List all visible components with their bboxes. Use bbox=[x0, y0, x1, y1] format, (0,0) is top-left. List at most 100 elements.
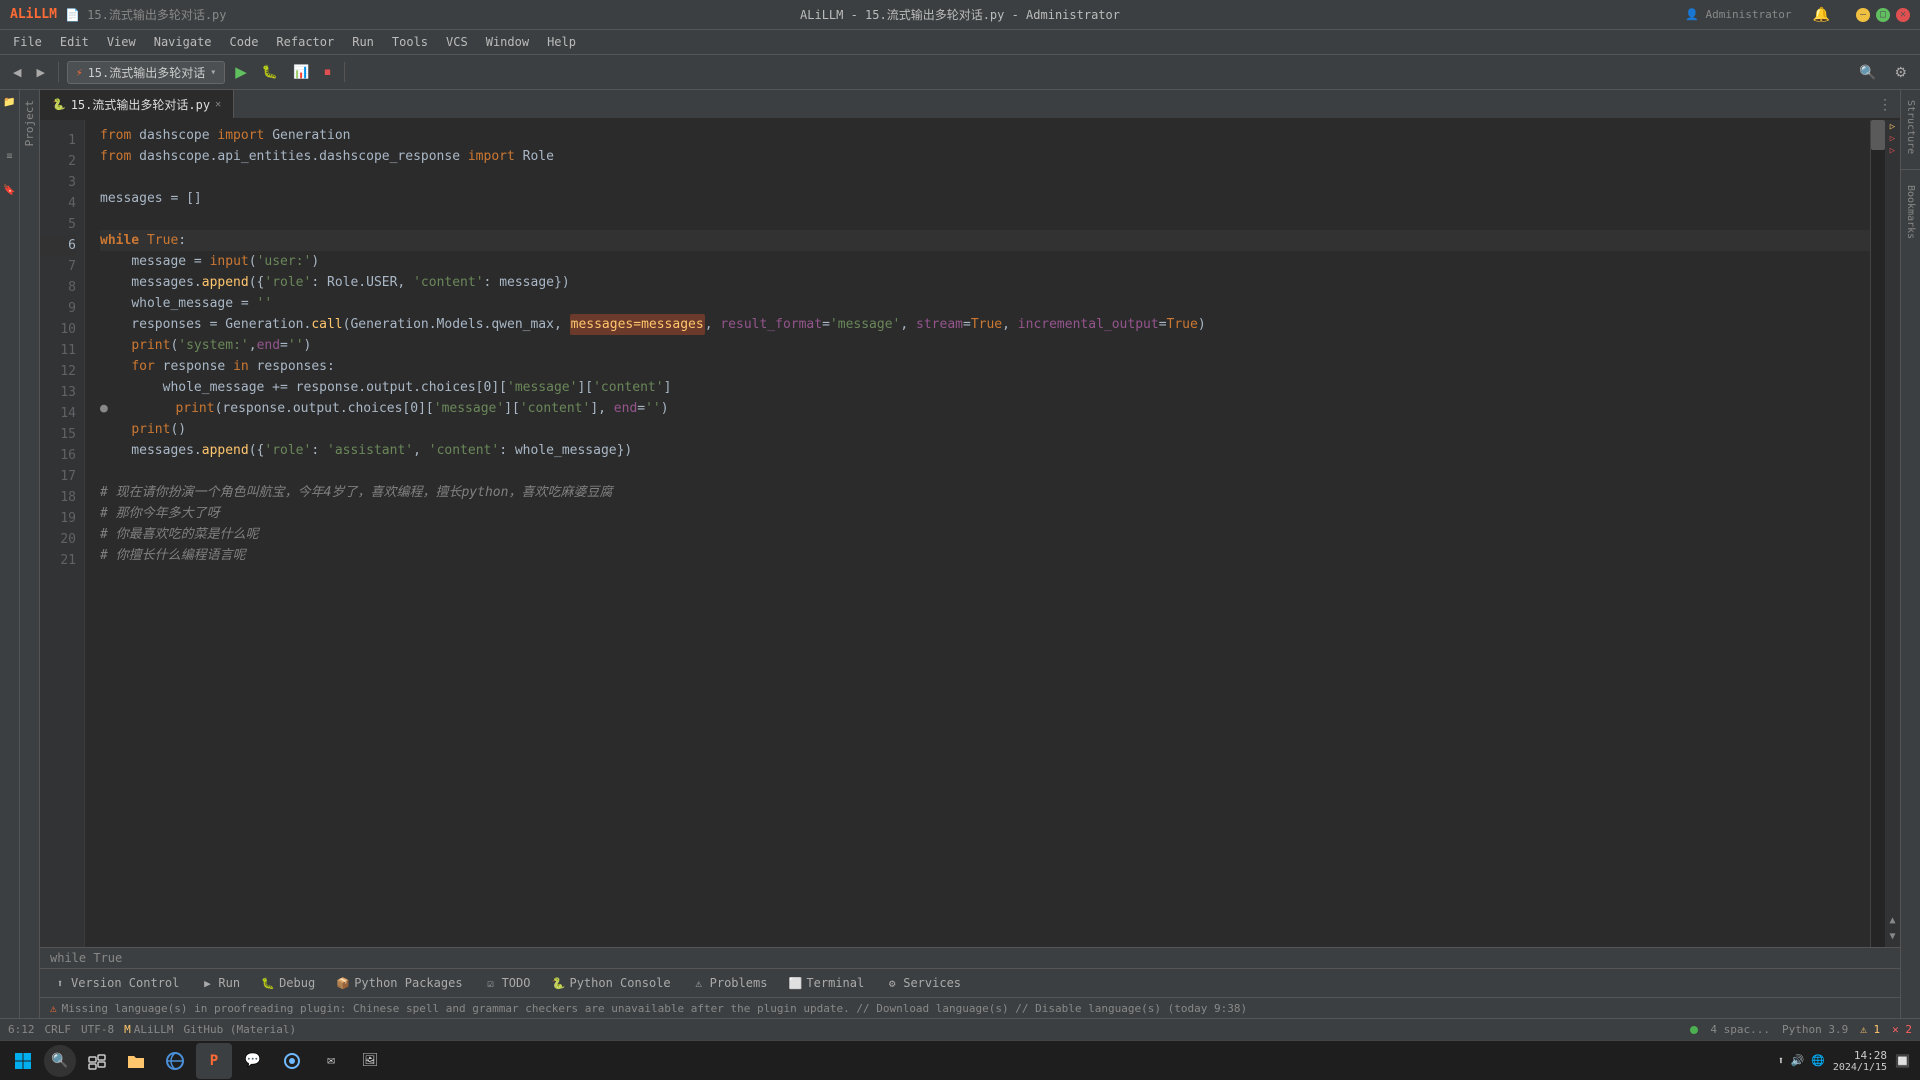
code-text[interactable]: from dashscope import Generation from da… bbox=[85, 120, 1870, 947]
taskbar-right: ⬆ 🔊 🌐 14:28 2024/1/15 🔲 bbox=[1778, 1049, 1915, 1073]
error-indicator-2: ▷ bbox=[1890, 146, 1895, 156]
task-view-button[interactable] bbox=[79, 1043, 115, 1079]
run-config-selector[interactable]: ⚡ 15.流式输出多轮对话 ▾ bbox=[67, 61, 225, 84]
app-logo: ALiLLM bbox=[10, 7, 57, 22]
notifications-icon[interactable]: 🔔 bbox=[1807, 5, 1836, 25]
code-line-10: responses = Generation.call(Generation.M… bbox=[100, 314, 1870, 335]
tab-python-packages[interactable]: 📦 Python Packages bbox=[328, 971, 470, 995]
maximize-button[interactable]: □ bbox=[1876, 8, 1890, 22]
file-tab-active[interactable]: 🐍 15.流式输出多轮对话.py ✕ bbox=[40, 90, 234, 118]
status-plugin: M ALiLLM bbox=[124, 1023, 173, 1036]
menu-view[interactable]: View bbox=[99, 32, 144, 52]
problems-icon: ⚠ bbox=[692, 976, 706, 990]
menu-file[interactable]: File bbox=[5, 32, 50, 52]
title-bar-left: ALiLLM 📄 15.流式输出多轮对话.py bbox=[10, 6, 227, 23]
code-line-20: # 你最喜欢吃的菜是什么呢 bbox=[100, 524, 1870, 545]
menu-help[interactable]: Help bbox=[539, 32, 584, 52]
taskbar-misc-button[interactable]: 🖼 bbox=[352, 1043, 388, 1079]
status-warning-icon: ⚠ bbox=[50, 1002, 57, 1015]
status-bar: 6:12 CRLF UTF-8 M ALiLLM GitHub (Materia… bbox=[0, 1018, 1920, 1040]
menu-refactor[interactable]: Refactor bbox=[268, 32, 342, 52]
tab-terminal[interactable]: ⬜ Terminal bbox=[780, 971, 872, 995]
taskbar-mail-button[interactable]: ✉ bbox=[313, 1043, 349, 1079]
window-title: ALiLLM - 15.流式输出多轮对话.py - Administrator bbox=[800, 6, 1120, 23]
menu-navigate[interactable]: Navigate bbox=[146, 32, 220, 52]
status-line-ending[interactable]: CRLF bbox=[45, 1023, 72, 1036]
menu-code[interactable]: Code bbox=[222, 32, 267, 52]
structure-icon[interactable]: ≡ bbox=[2, 149, 18, 165]
stop-button[interactable]: ⏹ bbox=[319, 61, 336, 83]
search-everywhere-button[interactable]: 🔍 bbox=[1854, 61, 1881, 84]
status-position: 6:12 bbox=[8, 1023, 35, 1036]
run-with-coverage-button[interactable]: 📊 bbox=[288, 61, 314, 83]
close-button[interactable]: ✕ bbox=[1896, 8, 1910, 22]
scroll-indicator: ▷ ▷ ▷ ▲ ▼ bbox=[1885, 120, 1900, 947]
error-indicator-1: ▷ bbox=[1890, 134, 1895, 144]
bookmarks-panel-label[interactable]: Bookmarks bbox=[1903, 180, 1918, 244]
file-tab-name: 15.流式输出多轮对话.py bbox=[71, 96, 210, 113]
toolbar-separator-1 bbox=[58, 62, 59, 82]
scroll-down-button[interactable]: ▼ bbox=[1889, 931, 1895, 942]
minimap-thumb[interactable] bbox=[1871, 120, 1885, 150]
menu-tools[interactable]: Tools bbox=[384, 32, 436, 52]
debug-button[interactable]: 🐛 bbox=[257, 61, 283, 83]
taskbar: 🔍 P 💬 ✉ 🖼 ⬆ 🔊 🌐 14:28 2024/ bbox=[0, 1040, 1920, 1080]
status-vcs: GitHub (Material) bbox=[184, 1023, 297, 1036]
menu-vcs[interactable]: VCS bbox=[438, 32, 476, 52]
tab-version-control[interactable]: ⬆ Version Control bbox=[45, 971, 187, 995]
structure-panel-label[interactable]: Structure bbox=[1903, 95, 1918, 159]
code-line-3 bbox=[100, 167, 1870, 188]
tab-services[interactable]: ⚙ Services bbox=[877, 971, 969, 995]
code-line-17 bbox=[100, 461, 1870, 482]
menu-window[interactable]: Window bbox=[478, 32, 537, 52]
tab-more-button[interactable]: ⋮ bbox=[1870, 92, 1900, 118]
status-language[interactable]: Python 3.9 bbox=[1782, 1023, 1848, 1036]
taskbar-chat-button[interactable]: 💬 bbox=[235, 1043, 271, 1079]
toolbar-back-button[interactable]: ◀ bbox=[8, 63, 26, 82]
minimize-button[interactable]: — bbox=[1856, 8, 1870, 22]
settings-button[interactable]: ⚙ bbox=[1889, 61, 1912, 84]
notification-area-button[interactable]: 🔲 bbox=[1895, 1054, 1910, 1068]
tab-todo[interactable]: ☑ TODO bbox=[476, 971, 539, 995]
code-line-7: message = input('user:') bbox=[100, 251, 1870, 272]
toolbar-forward-button[interactable]: ▶ bbox=[31, 63, 49, 82]
taskbar-clock: 14:28 2024/1/15 bbox=[1833, 1049, 1887, 1073]
taskbar-browser-button[interactable] bbox=[157, 1043, 193, 1079]
tab-python-console[interactable]: 🐍 Python Console bbox=[543, 971, 678, 995]
project-icon[interactable]: 📁 bbox=[2, 95, 18, 111]
tab-debug[interactable]: 🐛 Debug bbox=[253, 971, 323, 995]
bookmarks-icon[interactable]: 🔖 bbox=[2, 183, 18, 199]
status-indent[interactable]: 4 spac... bbox=[1710, 1023, 1770, 1036]
window-controls: 👤 Administrator 🔔 — □ ✕ bbox=[1685, 5, 1910, 25]
terminal-icon: ⬜ bbox=[788, 976, 802, 990]
run-button[interactable]: ▶ bbox=[230, 60, 252, 84]
project-panel[interactable]: Project bbox=[20, 90, 40, 1018]
scroll-up-button[interactable]: ▲ bbox=[1889, 915, 1895, 926]
taskbar-explorer-button[interactable] bbox=[118, 1043, 154, 1079]
python-console-icon: 🐍 bbox=[551, 976, 565, 990]
file-tabs: 🐍 15.流式输出多轮对话.py ✕ ⋮ bbox=[40, 90, 1900, 120]
windows-start-button[interactable] bbox=[5, 1043, 41, 1079]
tab-run[interactable]: ▶ Run bbox=[192, 971, 248, 995]
tab-problems[interactable]: ⚠ Problems bbox=[684, 971, 776, 995]
toolbar: ◀ ▶ ⚡ 15.流式输出多轮对话 ▾ ▶ 🐛 📊 ⏹ 🔍 ⚙ bbox=[0, 55, 1920, 90]
version-control-icon: ⬆ bbox=[53, 976, 67, 990]
status-encoding[interactable]: UTF-8 bbox=[81, 1023, 114, 1036]
editor-area: 🐍 15.流式输出多轮对话.py ✕ ⋮ 1 2 3 4 5 6 7 8 9 bbox=[40, 90, 1900, 1018]
toolbar-separator-2 bbox=[344, 62, 345, 82]
project-label: Project bbox=[20, 90, 39, 156]
taskbar-search-button[interactable]: 🔍 bbox=[44, 1045, 76, 1077]
menu-run[interactable]: Run bbox=[344, 32, 382, 52]
taskbar-ide-button[interactable]: P bbox=[196, 1043, 232, 1079]
code-editor[interactable]: 1 2 3 4 5 6 7 8 9 10 11 12 13 14 15 16 1 bbox=[40, 120, 1900, 947]
code-line-2: from dashscope.api_entities.dashscope_re… bbox=[100, 146, 1870, 167]
main-content: 📁 ≡ 🔖 Project 🐍 15.流式输出多轮对话.py ✕ ⋮ 1 2 3 bbox=[0, 90, 1920, 1018]
status-message: Missing language(s) in proofreading plug… bbox=[62, 1002, 1247, 1015]
title-bar: ALiLLM 📄 15.流式输出多轮对话.py ALiLLM - 15.流式输出… bbox=[0, 0, 1920, 30]
menu-edit[interactable]: Edit bbox=[52, 32, 97, 52]
warning-indicator-1: ▷ bbox=[1890, 122, 1895, 132]
python-packages-icon: 📦 bbox=[336, 976, 350, 990]
taskbar-settings-button[interactable] bbox=[274, 1043, 310, 1079]
run-tab-icon: ▶ bbox=[200, 976, 214, 990]
close-tab-button[interactable]: ✕ bbox=[215, 99, 221, 110]
